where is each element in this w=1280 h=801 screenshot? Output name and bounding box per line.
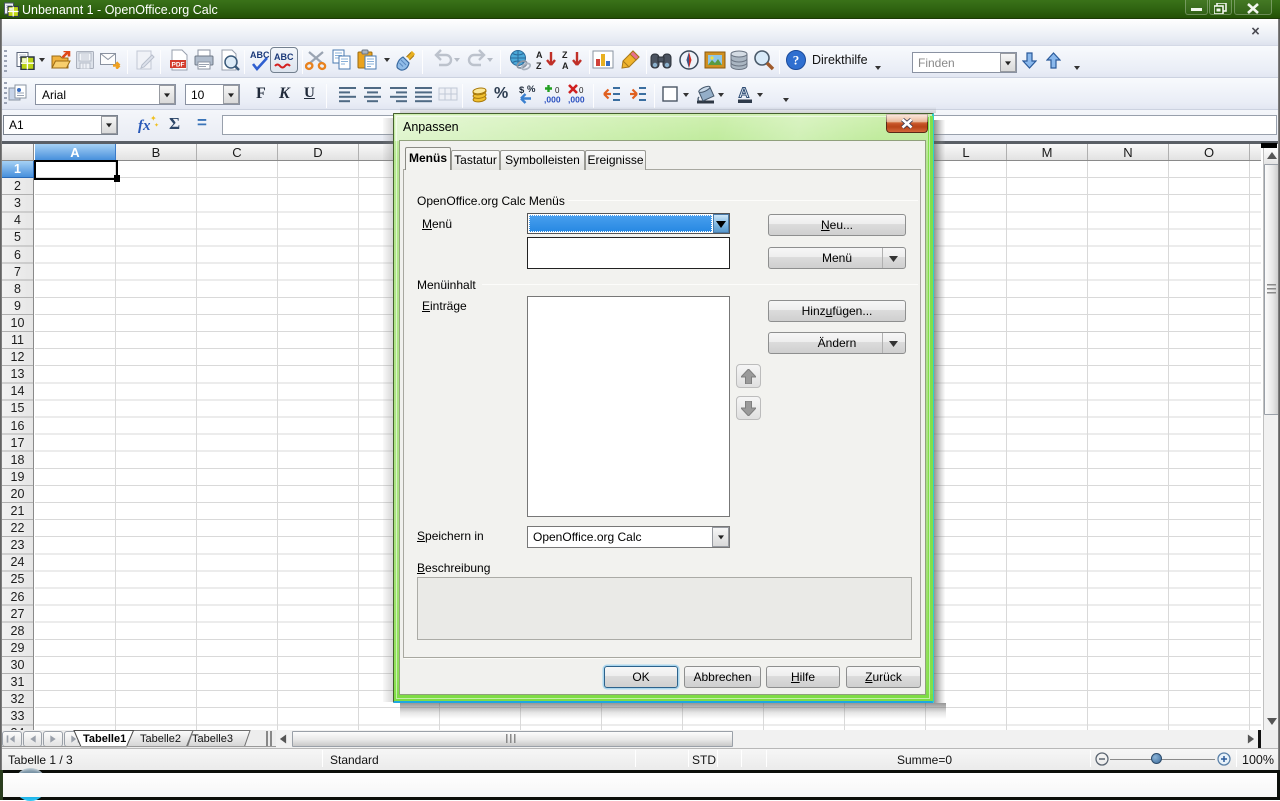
svg-text:✦: ✦ bbox=[150, 114, 157, 123]
svg-text:PDF: PDF bbox=[172, 62, 185, 69]
svg-text:ABC: ABC bbox=[274, 52, 294, 62]
svg-text:,000: ,000 bbox=[544, 95, 561, 105]
svg-text:A: A bbox=[536, 50, 543, 60]
svg-text:%: % bbox=[527, 84, 536, 95]
svg-text:A: A bbox=[562, 61, 569, 71]
svg-text:Z: Z bbox=[536, 61, 542, 71]
svg-text:A: A bbox=[739, 85, 750, 102]
svg-text:,000: ,000 bbox=[568, 95, 585, 105]
svg-text:✦: ✦ bbox=[154, 122, 159, 129]
svg-text:Z: Z bbox=[562, 50, 568, 60]
svg-text:?: ? bbox=[793, 53, 800, 68]
